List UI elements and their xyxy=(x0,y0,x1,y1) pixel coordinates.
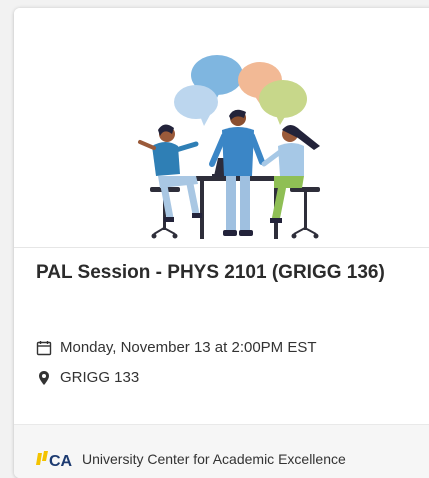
host-organization[interactable]: CA University Center for Academic Excell… xyxy=(36,449,346,469)
host-organization-name: University Center for Academic Excellenc… xyxy=(82,451,346,467)
ucae-logo-icon: CA xyxy=(36,451,73,469)
event-title[interactable]: PAL Session - PHYS 2101 (GRIGG 136) xyxy=(36,260,416,286)
event-date-text: Monday, November 13 at 2:00PM EST xyxy=(60,339,317,356)
map-pin-icon xyxy=(39,370,49,385)
event-card[interactable]: PAL Session - PHYS 2101 (GRIGG 136) Mond… xyxy=(14,8,429,478)
event-image xyxy=(14,8,429,246)
speech-bubble-icon xyxy=(259,80,307,118)
card-footer: CA University Center for Academic Excell… xyxy=(14,424,429,478)
event-date-row: Monday, November 13 at 2:00PM EST xyxy=(36,339,317,356)
event-location-text: GRIGG 133 xyxy=(60,369,140,386)
group-discussion-illustration xyxy=(138,55,320,239)
image-divider xyxy=(14,247,429,248)
event-location-row: GRIGG 133 xyxy=(36,369,139,386)
svg-text:CA: CA xyxy=(49,453,73,469)
calendar-icon xyxy=(36,340,52,355)
speech-bubble-icon xyxy=(174,85,218,119)
